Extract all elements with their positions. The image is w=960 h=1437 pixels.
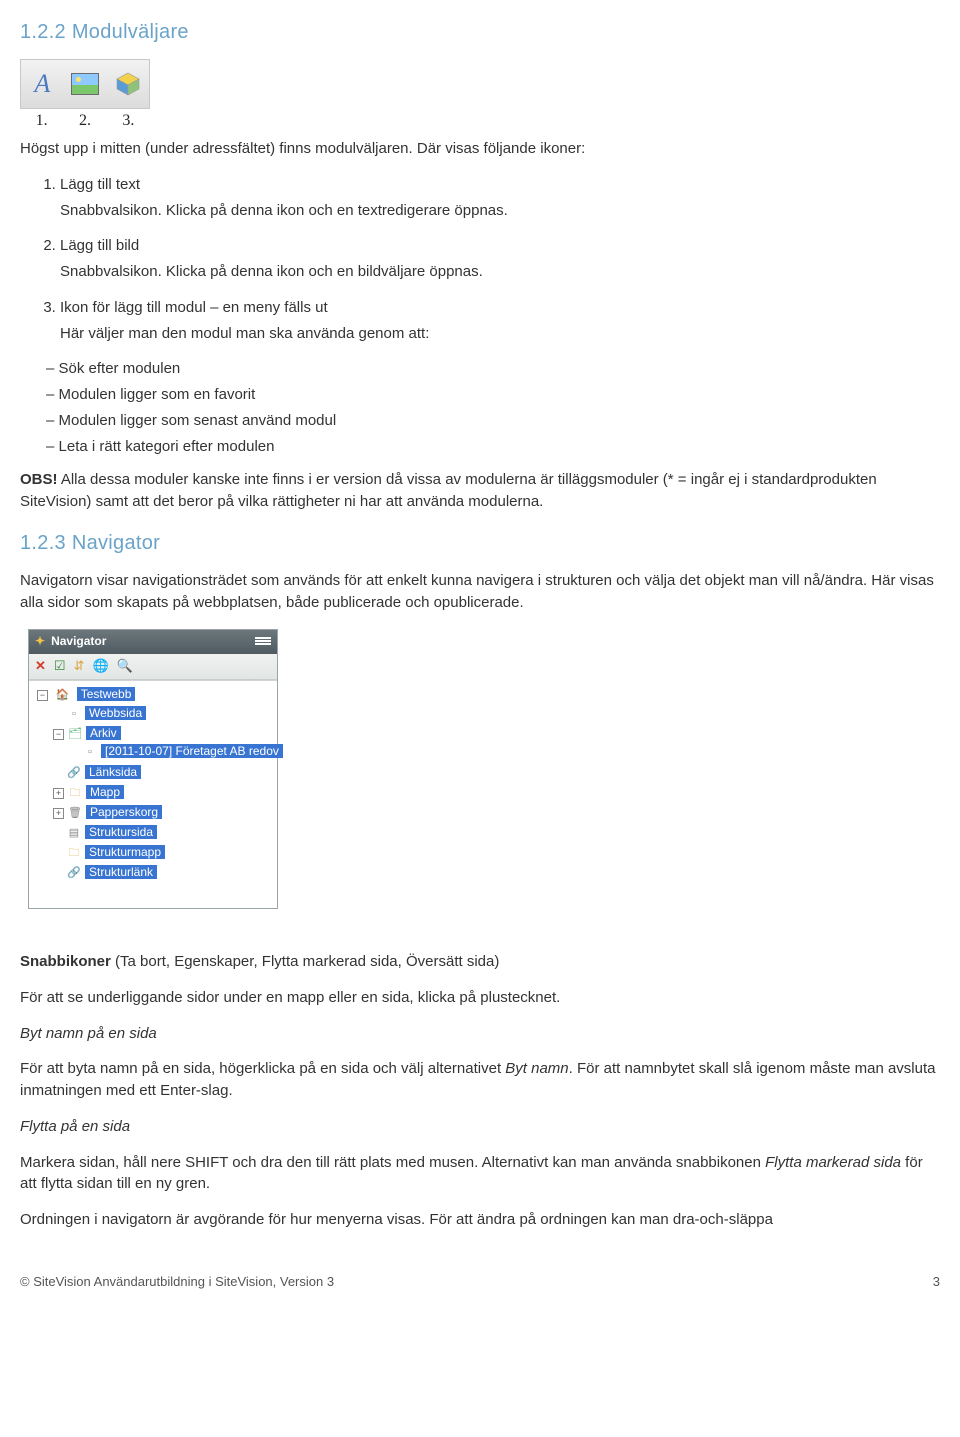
navigator-panel: ✦ Navigator ✕ ☑ ⇵ 🌐 🔍 − 🏠 Testwebb ▫Webb… (28, 629, 278, 909)
bullet-2: Modulen ligger som en favorit (64, 384, 940, 406)
bytnamn-paragraph: För att byta namn på en sida, högerklick… (20, 1058, 940, 1102)
modulvaljare-toolbar-figure: A 1. 2. 3. (20, 59, 150, 132)
bullet-3: Modulen ligger som senast använd modul (64, 410, 940, 432)
structure-folder-icon: 🗀 (66, 846, 82, 862)
obs-label: OBS! (20, 471, 58, 488)
step-2: Lägg till bild Snabbvalsikon. Klicka på … (60, 235, 940, 283)
expand-icon[interactable]: + (53, 788, 64, 799)
bytnamn-text-1: För att byta namn på en sida, högerklick… (20, 1060, 505, 1077)
tree-label: [2011-10-07] Företaget AB redov (101, 744, 283, 758)
flytta-heading: Flytta på en sida (20, 1116, 940, 1138)
collapse-icon[interactable]: − (53, 729, 64, 740)
navigator-tree: − 🏠 Testwebb ▫Webbsida −🗂Arkiv ▫[2011-10… (29, 680, 277, 908)
tree-item-papperskorg[interactable]: +🗑Papperskorg (51, 803, 273, 823)
step-2-desc: Snabbvalsikon. Klicka på denna ikon och … (60, 263, 483, 280)
flytta-text-1: Markera sidan, håll nere SHIFT och dra d… (20, 1154, 765, 1171)
page-icon: ▫ (66, 707, 82, 723)
tree-item-struktursida[interactable]: ▤Struktursida (51, 823, 273, 843)
snabbikoner-line: Snabbikoner (Ta bort, Egenskaper, Flytta… (20, 951, 940, 973)
step-2-title: Lägg till bild (60, 235, 940, 257)
bytnamn-heading: Byt namn på en sida (20, 1023, 940, 1045)
steps-list: Lägg till text Snabbvalsikon. Klicka på … (20, 174, 940, 345)
bullet-1: Sök efter modulen (64, 358, 940, 380)
move-icon[interactable]: ⇵ (74, 657, 85, 676)
image-tool-icon (69, 68, 101, 100)
flytta-italic: Flytta markerad sida (765, 1154, 901, 1171)
tree-label: Länksida (85, 765, 141, 779)
structure-link-icon: 🔗 (66, 866, 82, 882)
toolbar-label-2: 2. (79, 109, 91, 132)
obs-paragraph: OBS! Alla dessa moduler kanske inte finn… (20, 469, 940, 513)
folder-icon: 🗀 (67, 786, 83, 802)
expand-icon[interactable]: + (53, 808, 64, 819)
tree-label: Arkiv (86, 726, 121, 740)
text-tool-icon: A (26, 68, 58, 100)
step-1-desc: Snabbvalsikon. Klicka på denna ikon och … (60, 202, 508, 219)
tree-root-label: Testwebb (77, 687, 136, 701)
section-heading-navigator: 1.2.3 Navigator (20, 529, 940, 558)
snabbikoner-label: Snabbikoner (20, 953, 111, 970)
tree-item-webbsida[interactable]: ▫Webbsida (51, 704, 273, 724)
trash-icon: 🗑 (67, 806, 83, 822)
toolbar-labels: 1. 2. 3. (20, 109, 150, 132)
bullet-4: Leta i rätt kategori efter modulen (64, 436, 940, 458)
module-bullets: Sök efter modulen Modulen ligger som en … (20, 358, 940, 457)
toolbar-row: A (20, 59, 150, 109)
tree-item-strukturlank[interactable]: 🔗Strukturlänk (51, 863, 273, 883)
list-icon (255, 636, 271, 648)
tree-item-arkiv-child[interactable]: ▫[2011-10-07] Företaget AB redov (67, 742, 273, 762)
tree-label: Mapp (86, 785, 124, 799)
properties-icon[interactable]: ☑ (54, 657, 66, 676)
delete-icon[interactable]: ✕ (35, 657, 46, 676)
search-icon[interactable]: 🔍 (117, 657, 133, 676)
tree-item-mapp[interactable]: +🗀Mapp (51, 783, 273, 803)
tree-item-arkiv[interactable]: −🗂Arkiv ▫[2011-10-07] Företaget AB redov (51, 724, 273, 764)
link-icon: 🔗 (66, 766, 82, 782)
toolbar-label-3: 3. (122, 109, 134, 132)
step-1: Lägg till text Snabbvalsikon. Klicka på … (60, 174, 940, 222)
bytnamn-italic: Byt namn (505, 1060, 568, 1077)
toolbar-label-1: 1. (36, 109, 48, 132)
structure-page-icon: ▤ (66, 826, 82, 842)
flytta-paragraph: Markera sidan, håll nere SHIFT och dra d… (20, 1152, 940, 1196)
page-icon: ▫ (82, 745, 98, 761)
section-heading-modulvaljare: 1.2.2 Modulväljare (20, 18, 940, 47)
module-tool-icon (112, 68, 144, 100)
tree-label: Struktursida (85, 825, 157, 839)
snabbikoner-paren: (Ta bort, Egenskaper, Flytta markerad si… (111, 953, 500, 970)
translate-icon[interactable]: 🌐 (92, 657, 108, 676)
step-3: Ikon för lägg till modul – en meny fälls… (60, 297, 940, 345)
tree-label: Strukturmapp (85, 845, 165, 859)
tree-label: Webbsida (85, 706, 146, 720)
collapse-icon[interactable]: − (37, 690, 48, 701)
cube-icon (115, 71, 141, 97)
navigator-titlebar: ✦ Navigator (29, 630, 277, 653)
step-3-desc: Här väljer man den modul man ska använda… (60, 325, 429, 342)
home-icon: 🏠 (54, 688, 70, 704)
step-3-title: Ikon för lägg till modul – en meny fälls… (60, 297, 940, 319)
tree-root[interactable]: − 🏠 Testwebb ▫Webbsida −🗂Arkiv ▫[2011-10… (35, 685, 273, 884)
obs-text: Alla dessa moduler kanske inte finns i e… (20, 471, 877, 510)
tree-item-lanksida[interactable]: 🔗Länksida (51, 763, 273, 783)
page-footer: © SiteVision Användarutbildning i SiteVi… (20, 1273, 940, 1292)
archive-icon: 🗂 (67, 727, 83, 743)
modulvaljare-intro: Högst upp i mitten (under adressfältet) … (20, 138, 940, 160)
navigator-intro: Navigatorn visar navigationsträdet som a… (20, 570, 940, 614)
tree-item-strukturmapp[interactable]: 🗀Strukturmapp (51, 843, 273, 863)
ordning-paragraph: Ordningen i navigatorn är avgörande för … (20, 1209, 940, 1231)
tree-label: Strukturlänk (85, 865, 157, 879)
star-icon: ✦ (35, 633, 45, 650)
plustecknet-line: För att se underliggande sidor under en … (20, 987, 940, 1009)
footer-page-number: 3 (933, 1273, 940, 1292)
navigator-toolbar: ✕ ☑ ⇵ 🌐 🔍 (29, 654, 277, 680)
footer-left: © SiteVision Användarutbildning i SiteVi… (20, 1273, 334, 1292)
navigator-title: Navigator (51, 633, 106, 650)
picture-icon (71, 73, 99, 95)
step-1-title: Lägg till text (60, 174, 940, 196)
tree-label: Papperskorg (86, 805, 162, 819)
